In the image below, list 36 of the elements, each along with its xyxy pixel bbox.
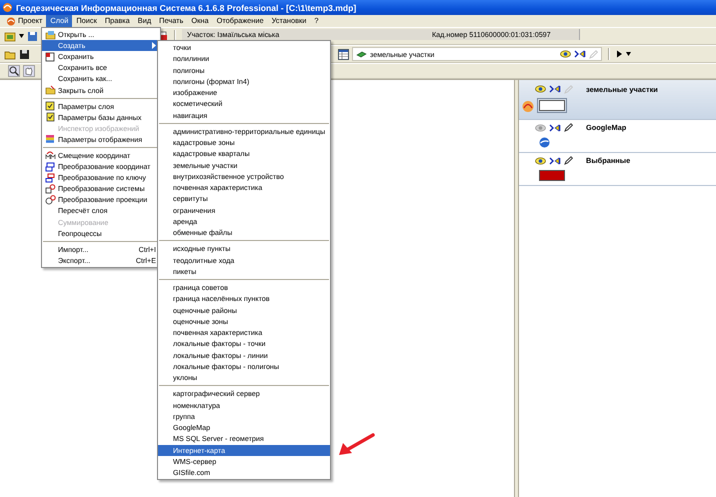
floppy-icon [27,30,38,42]
transform-icon [44,172,56,183]
pencil-icon[interactable] [564,156,573,165]
projection-icon [44,194,56,205]
app-icon [2,2,13,13]
zoom-icon [8,65,20,77]
pencil-icon[interactable] [564,123,573,132]
folder-icon [4,30,16,42]
folder-icon [44,30,56,40]
window-title: Геодезическая Информационная Система 6.1.6.8 Professional - [C:\1\temp3.mdp] [16,2,356,12]
snap-icon [574,50,586,58]
floppy-icon [45,52,55,62]
eye-icon [560,50,571,58]
globe-icon [539,136,550,148]
pointer-icon [616,50,623,58]
folder-icon [44,85,56,96]
open-folder-icon [4,48,16,60]
snap-icon [549,124,561,132]
style-swatch[interactable] [539,100,565,110]
dropdown-icon [626,52,631,56]
checklist-icon [45,101,55,112]
database-icon [46,112,54,122]
table-icon [338,48,349,60]
floppy-icon [19,48,30,60]
snap-icon [549,85,561,93]
palette-icon [45,134,55,144]
transform-icon [44,162,56,172]
dropdown-icon [19,34,24,38]
pencil-icon [589,50,598,58]
eye-icon[interactable] [535,156,546,164]
layer-icon [356,50,367,58]
snap-icon [549,156,561,164]
eye-icon[interactable] [535,85,546,93]
style-swatch[interactable] [539,170,565,180]
shift-icon [44,150,56,160]
system-icon [44,184,56,194]
